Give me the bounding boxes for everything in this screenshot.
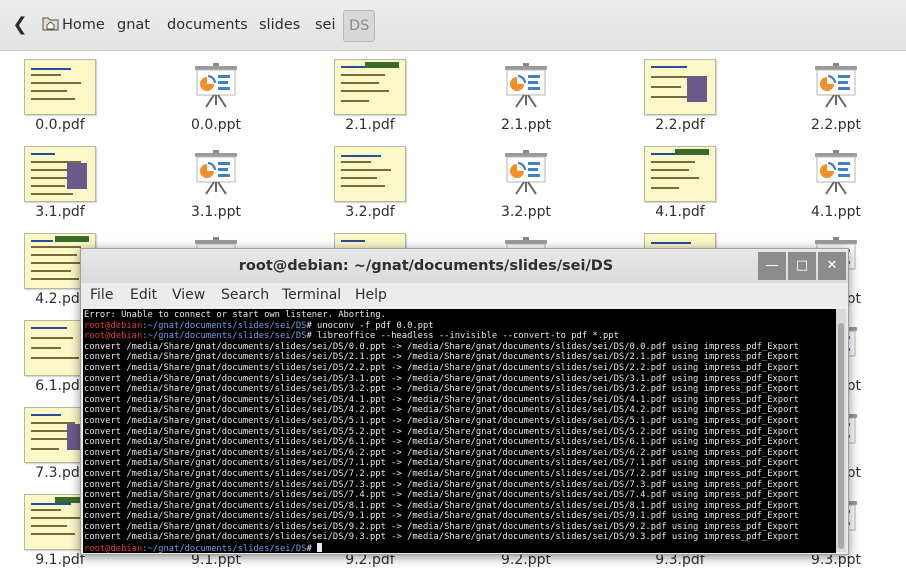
terminal-output-line: convert /media/Share/gnat/documents/slid…	[84, 468, 799, 479]
terminal-output-line: Error: Unable to connect or start own li…	[84, 310, 386, 320]
file-item-ppt[interactable]: 0.0.ppt	[156, 53, 276, 137]
terminal-output-line: convert /media/Share/gnat/documents/slid…	[84, 479, 799, 490]
prompt-path: :~/gnat/documents/slides/sei/DS	[142, 320, 307, 331]
command-text: libreoffice --headless --invisible --con…	[311, 331, 619, 342]
terminal-output-line: convert /media/Share/gnat/documents/slid…	[84, 394, 799, 405]
terminal-menubar: File Edit View Search Terminal Help	[81, 283, 848, 309]
file-item-pdf[interactable]: 2.1.pdf	[310, 53, 430, 137]
menu-terminal[interactable]: Terminal	[282, 287, 341, 303]
terminal-command-line: root@debian:~/gnat/documents/slides/sei/…	[83, 331, 836, 342]
terminal-output-line: convert /media/Share/gnat/documents/slid…	[84, 490, 799, 501]
file-name: 0.0.ppt	[191, 117, 241, 133]
file-item-ppt[interactable]: 2.1.ppt	[466, 53, 586, 137]
terminal-scrollbar-thumb[interactable]	[838, 323, 844, 549]
terminal-output-line: convert /media/Share/gnat/documents/slid…	[84, 373, 799, 384]
terminal-output-line: convert /media/Share/gnat/documents/slid…	[84, 426, 799, 437]
file-name: 3.2.ppt	[501, 204, 551, 220]
terminal-output[interactable]: Error: Unable to connect or start own li…	[83, 309, 836, 553]
cursor	[317, 543, 323, 553]
terminal-titlebar[interactable]: root@debian: ~/gnat/documents/slides/sei…	[81, 249, 848, 283]
home-folder-icon	[42, 17, 59, 31]
pdf-thumbnail	[334, 146, 406, 202]
file-item-ppt[interactable]: 2.2.ppt	[776, 53, 896, 137]
terminal-output-line: convert /media/Share/gnat/documents/slid…	[84, 458, 799, 469]
file-item-ppt[interactable]: 3.1.ppt	[156, 140, 276, 224]
file-name: 3.2.pdf	[345, 204, 395, 220]
menu-view[interactable]: View	[172, 287, 205, 303]
file-name: 2.2.pdf	[655, 117, 705, 133]
file-name: 3.1.pdf	[35, 204, 85, 220]
menu-file[interactable]: File	[90, 287, 113, 303]
pdf-thumbnail	[644, 59, 716, 115]
terminal-scrollbar[interactable]	[836, 309, 846, 552]
terminal-output-line: convert /media/Share/gnat/documents/slid…	[84, 384, 799, 395]
presentation-icon	[195, 150, 237, 195]
prompt-user: root@debian	[84, 331, 143, 342]
crumb-sei[interactable]: sei	[311, 10, 340, 40]
terminal-output-line: convert /media/Share/gnat/documents/slid…	[84, 352, 799, 363]
pdf-thumbnail	[24, 146, 96, 202]
terminal-output-line: convert /media/Share/gnat/documents/slid…	[84, 405, 799, 416]
file-item-pdf[interactable]: 3.1.pdf	[0, 140, 120, 224]
file-name: 3.1.ppt	[191, 204, 241, 220]
maximize-icon[interactable]: □	[788, 252, 816, 280]
pdf-thumbnail	[644, 146, 716, 202]
crumb-ds[interactable]: DS	[343, 10, 376, 42]
terminal-output-line: convert /media/Share/gnat/documents/slid…	[84, 521, 799, 532]
file-name: 0.0.pdf	[35, 117, 85, 133]
terminal-output-line: convert /media/Share/gnat/documents/slid…	[84, 362, 799, 373]
file-item-ppt[interactable]: 4.1.ppt	[776, 140, 896, 224]
file-item-ppt[interactable]: 3.2.ppt	[466, 140, 586, 224]
file-name: 2.2.ppt	[811, 117, 861, 133]
prompt-user: root@debian	[84, 320, 143, 331]
prompt-user: root@debian	[84, 544, 143, 553]
presentation-icon	[815, 63, 857, 108]
command-text: unoconv -f pdf 0.0.ppt	[311, 320, 434, 331]
menu-edit[interactable]: Edit	[130, 287, 157, 303]
prompt-path: :~/gnat/documents/slides/sei/DS	[142, 331, 307, 342]
pdf-thumbnail	[24, 59, 96, 115]
terminal-output-line: convert /media/Share/gnat/documents/slid…	[84, 341, 799, 352]
path-bar: ❮ Home gnat documents slides sei DS	[0, 0, 906, 51]
menu-help[interactable]: Help	[355, 287, 387, 303]
minimize-icon[interactable]: —	[758, 252, 786, 280]
crumb-documents[interactable]: documents	[163, 10, 252, 40]
menu-search[interactable]: Search	[221, 287, 269, 303]
presentation-icon	[505, 63, 547, 108]
terminal-output-line: convert /media/Share/gnat/documents/slid…	[84, 511, 799, 522]
file-name: 2.1.pdf	[345, 117, 395, 133]
file-name: 4.1.ppt	[811, 204, 861, 220]
file-name: 4.1.pdf	[655, 204, 705, 220]
prompt-path: :~/gnat/documents/slides/sei/DS	[142, 544, 307, 553]
terminal-output-line: convert /media/Share/gnat/documents/slid…	[84, 437, 799, 448]
file-name: 2.1.ppt	[501, 117, 551, 133]
chevron-left-icon[interactable]: ❮	[10, 13, 30, 37]
crumb-gnat[interactable]: gnat	[113, 10, 154, 40]
file-item-pdf[interactable]: 3.2.pdf	[310, 140, 430, 224]
presentation-icon	[505, 150, 547, 195]
crumb-label: Home	[62, 17, 105, 33]
terminal-title: root@debian: ~/gnat/documents/slides/sei…	[238, 258, 614, 274]
terminal-command-line: root@debian:~/gnat/documents/slides/sei/…	[83, 321, 836, 332]
terminal-output-line: convert /media/Share/gnat/documents/slid…	[84, 532, 799, 543]
pdf-thumbnail	[334, 59, 406, 115]
terminal-output-line: convert /media/Share/gnat/documents/slid…	[84, 415, 799, 426]
close-icon[interactable]: ✕	[818, 252, 846, 280]
crumb-slides[interactable]: slides	[255, 10, 304, 40]
file-item-pdf[interactable]: 2.2.pdf	[620, 53, 740, 137]
file-item-pdf[interactable]: 0.0.pdf	[0, 53, 120, 137]
file-item-pdf[interactable]: 4.1.pdf	[620, 140, 740, 224]
terminal-output-line: convert /media/Share/gnat/documents/slid…	[84, 500, 799, 511]
presentation-icon	[815, 150, 857, 195]
presentation-icon	[195, 63, 237, 108]
terminal-window[interactable]: root@debian: ~/gnat/documents/slides/sei…	[80, 248, 849, 555]
terminal-output-line: convert /media/Share/gnat/documents/slid…	[84, 447, 799, 458]
terminal-command-line: root@debian:~/gnat/documents/slides/sei/…	[83, 543, 836, 553]
crumb-home[interactable]: Home	[38, 10, 109, 40]
